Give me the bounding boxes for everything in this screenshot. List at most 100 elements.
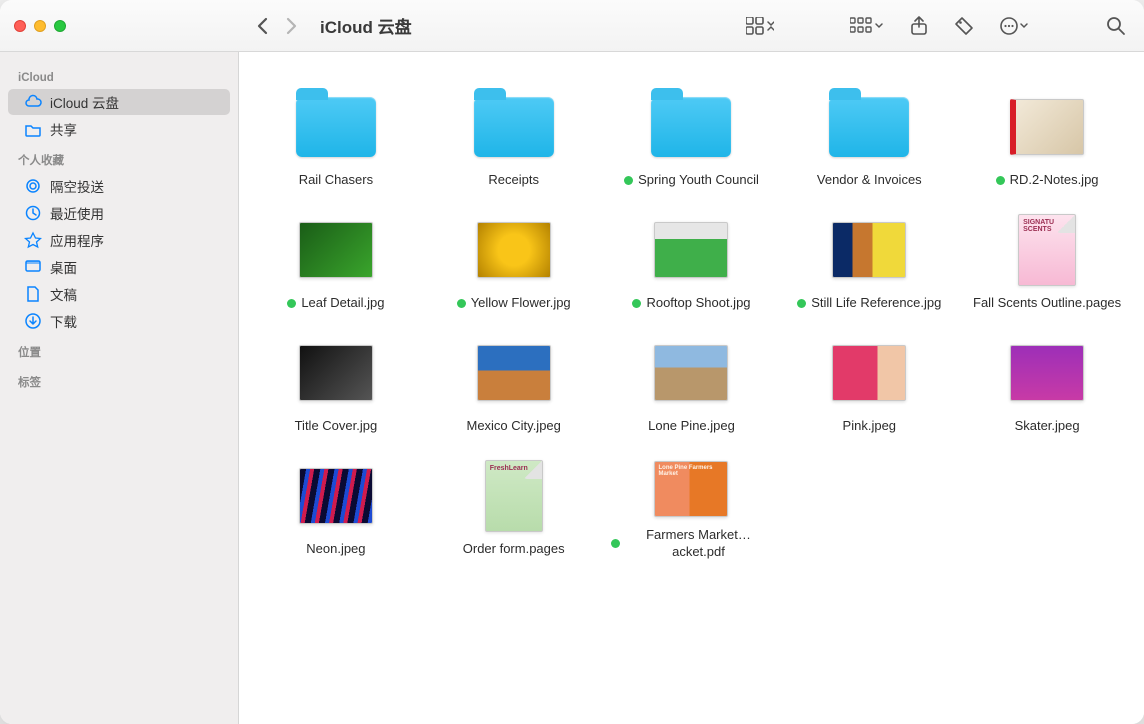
file-thumbnail (1001, 334, 1093, 412)
sidebar-heading: 个人收藏 (0, 148, 238, 172)
share-button[interactable] (902, 12, 936, 40)
shared-folder-icon (24, 120, 42, 138)
sidebar-group: 位置 (0, 340, 238, 364)
file-thumbnail (823, 334, 915, 412)
titlebar-sidebar-region (0, 20, 240, 32)
item-name: Skater.jpeg (1015, 418, 1080, 435)
item-label: Farmers Market…acket.pdf (611, 527, 771, 561)
file-item[interactable]: Rooftop Shoot.jpg (607, 207, 777, 316)
item-label: Mexico City.jpeg (466, 418, 560, 435)
back-button[interactable] (256, 17, 270, 35)
sidebar-item-apps[interactable]: 应用程序 (8, 227, 230, 253)
sidebar-item-label: iCloud 云盘 (50, 92, 119, 112)
item-label: Receipts (488, 172, 539, 189)
green-tag-dot (632, 299, 641, 308)
item-label: RD.2-Notes.jpg (996, 172, 1099, 189)
toolbar: iCloud 云盘 (240, 12, 1144, 40)
sidebar-item-airdrop[interactable]: 隔空投送 (8, 173, 230, 199)
search-button[interactable] (1098, 12, 1134, 40)
sidebar-item-label: 共享 (50, 119, 77, 139)
action-menu-button[interactable] (992, 12, 1038, 40)
sidebar-item-label: 最近使用 (50, 203, 104, 223)
file-item[interactable]: RD.2-Notes.jpg (962, 84, 1132, 193)
folder-item[interactable]: Spring Youth Council (607, 84, 777, 193)
file-item[interactable]: Neon.jpeg (251, 453, 421, 565)
item-name: Spring Youth Council (638, 172, 759, 189)
file-item[interactable]: Skater.jpeg (962, 330, 1132, 439)
file-item[interactable]: SIGNATU SCENTSFall Scents Outline.pages (962, 207, 1132, 316)
folder-item[interactable]: Receipts (429, 84, 599, 193)
sidebar-item-cloud[interactable]: iCloud 云盘 (8, 89, 230, 115)
desktop-icon (24, 258, 42, 276)
file-item[interactable]: Lone Pine Farmers Market Farmers Market…a… (607, 453, 777, 565)
sidebar-group: iCloudiCloud 云盘共享 (0, 68, 238, 142)
item-label: Still Life Reference.jpg (797, 295, 941, 312)
minimize-button[interactable] (34, 20, 46, 32)
item-label: Vendor & Invoices (817, 172, 922, 189)
item-name: Title Cover.jpg (295, 418, 378, 435)
file-thumbnail (290, 334, 382, 412)
view-icons-button[interactable] (738, 13, 782, 39)
file-thumbnail (290, 211, 382, 289)
finder-window: iCloud 云盘 (0, 0, 1144, 724)
tags-button[interactable] (946, 12, 982, 40)
item-name: Pink.jpeg (843, 418, 896, 435)
maximize-button[interactable] (54, 20, 66, 32)
window-title: iCloud 云盘 (320, 13, 412, 38)
item-name: Neon.jpeg (306, 541, 365, 558)
sidebar-item-desktop[interactable]: 桌面 (8, 254, 230, 280)
close-button[interactable] (14, 20, 26, 32)
sidebar-item-shared-folder[interactable]: 共享 (8, 116, 230, 142)
item-label: Spring Youth Council (624, 172, 759, 189)
file-thumbnail: Lone Pine Farmers Market (645, 457, 737, 521)
folder-icon (645, 88, 737, 166)
file-thumbnail (468, 334, 560, 412)
folder-icon (290, 88, 382, 166)
downloads-icon (24, 312, 42, 330)
sidebar-group: 标签 (0, 370, 238, 394)
sidebar-item-documents[interactable]: 文稿 (8, 281, 230, 307)
file-item[interactable]: Mexico City.jpeg (429, 330, 599, 439)
item-name: Order form.pages (463, 541, 565, 558)
file-item[interactable]: Still Life Reference.jpg (784, 207, 954, 316)
file-item[interactable]: Title Cover.jpg (251, 330, 421, 439)
sidebar-item-label: 桌面 (50, 257, 77, 277)
item-name: Rail Chasers (299, 172, 373, 189)
folder-item[interactable]: Rail Chasers (251, 84, 421, 193)
file-item[interactable]: FreshLearn Order form.pages (429, 453, 599, 565)
green-tag-dot (611, 539, 620, 548)
file-item[interactable]: Pink.jpeg (784, 330, 954, 439)
item-label: Rooftop Shoot.jpg (632, 295, 750, 312)
item-name: Still Life Reference.jpg (811, 295, 941, 312)
item-label: Skater.jpeg (1015, 418, 1080, 435)
clock-icon (24, 204, 42, 222)
folder-item[interactable]: Vendor & Invoices (784, 84, 954, 193)
file-thumbnail: FreshLearn (468, 457, 560, 535)
group-by-button[interactable] (842, 13, 892, 39)
sidebar-group: 个人收藏隔空投送最近使用应用程序桌面文稿下载 (0, 148, 238, 334)
forward-button[interactable] (284, 17, 298, 35)
item-name: Fall Scents Outline.pages (973, 295, 1121, 312)
file-item[interactable]: Yellow Flower.jpg (429, 207, 599, 316)
sidebar-item-downloads[interactable]: 下载 (8, 308, 230, 334)
file-item[interactable]: Lone Pine.jpeg (607, 330, 777, 439)
file-thumbnail (823, 211, 915, 289)
item-label: Fall Scents Outline.pages (973, 295, 1121, 312)
item-name: Receipts (488, 172, 539, 189)
traffic-lights (0, 20, 80, 32)
sidebar-item-clock[interactable]: 最近使用 (8, 200, 230, 226)
folder-icon (468, 88, 560, 166)
documents-icon (24, 285, 42, 303)
folder-icon (823, 88, 915, 166)
sidebar-item-label: 文稿 (50, 284, 77, 304)
item-name: Lone Pine.jpeg (648, 418, 735, 435)
item-name: Yellow Flower.jpg (471, 295, 571, 312)
airdrop-icon (24, 177, 42, 195)
item-label: Pink.jpeg (843, 418, 896, 435)
item-label: Rail Chasers (299, 172, 373, 189)
item-name: Leaf Detail.jpg (301, 295, 384, 312)
file-item[interactable]: Leaf Detail.jpg (251, 207, 421, 316)
sidebar-heading: 位置 (0, 340, 238, 364)
nav-arrows (250, 17, 298, 35)
item-name: Vendor & Invoices (817, 172, 922, 189)
